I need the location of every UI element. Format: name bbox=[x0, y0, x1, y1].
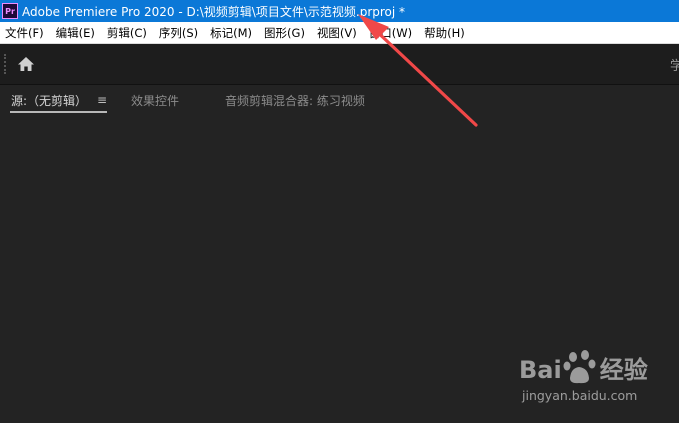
menu-markers[interactable]: 标记(M) bbox=[205, 25, 256, 41]
paw-logo-icon bbox=[563, 350, 596, 384]
window-title: Adobe Premiere Pro 2020 - D:\视频剪辑\项目文件\示… bbox=[22, 4, 406, 19]
tab-audio-clip-mixer[interactable]: 音频剪辑混合器: 练习视频 bbox=[225, 92, 365, 109]
tab-source[interactable]: 源:（无剪辑） bbox=[11, 92, 87, 109]
menu-clip[interactable]: 剪辑(C) bbox=[102, 25, 151, 41]
menu-file[interactable]: 文件(F) bbox=[0, 25, 48, 41]
panel-menu-icon[interactable]: ≡ bbox=[97, 93, 107, 107]
baidu-jingyan-watermark: Bai 经验 jingyan.baidu.com bbox=[519, 350, 669, 412]
panel-tab-strip: 源:（无剪辑） ≡ 效果控件 音频剪辑混合器: 练习视频 bbox=[0, 86, 679, 114]
workspace-learning-label[interactable]: 学 bbox=[670, 55, 679, 74]
premiere-app-icon[interactable]: Pr bbox=[2, 3, 18, 19]
menu-bar: 文件(F) 编辑(E) 剪辑(C) 序列(S) 标记(M) 图形(G) 视图(V… bbox=[0, 22, 679, 44]
watermark-url: jingyan.baidu.com bbox=[522, 388, 638, 403]
menu-sequence[interactable]: 序列(S) bbox=[154, 25, 202, 41]
menu-graphics[interactable]: 图形(G) bbox=[259, 25, 309, 41]
tab-effect-controls[interactable]: 效果控件 bbox=[131, 92, 179, 109]
menu-help[interactable]: 帮助(H) bbox=[419, 25, 469, 41]
active-tab-indicator bbox=[10, 111, 107, 113]
menu-window[interactable]: 窗口(W) bbox=[364, 25, 416, 41]
header-toolbar: 学 bbox=[0, 44, 679, 85]
menu-edit[interactable]: 编辑(E) bbox=[51, 25, 99, 41]
toolbar-grip-handle[interactable] bbox=[4, 54, 8, 74]
title-bar: Pr Adobe Premiere Pro 2020 - D:\视频剪辑\项目文… bbox=[0, 0, 679, 22]
menu-view[interactable]: 视图(V) bbox=[312, 25, 361, 41]
home-icon[interactable] bbox=[16, 55, 36, 73]
